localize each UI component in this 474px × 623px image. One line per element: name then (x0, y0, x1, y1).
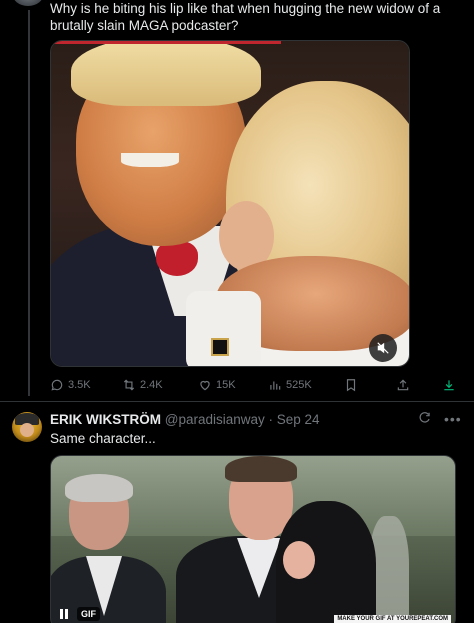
retweet-count: 2.4K (140, 379, 163, 391)
tie-shape (156, 241, 198, 276)
view-count: 525K (286, 379, 312, 391)
views-button[interactable]: 525K (268, 378, 312, 392)
bookmark-icon (346, 379, 356, 392)
gif-controls: GIF (57, 607, 100, 621)
gif-badge: GIF (77, 607, 100, 621)
left-man-hair-shape (65, 474, 133, 502)
tweet-divider (0, 401, 474, 402)
center-man-hair-shape (225, 456, 297, 482)
bookmark-button[interactable] (344, 378, 358, 392)
video-progress-bar[interactable] (51, 41, 281, 44)
avatar-face-shape (20, 423, 34, 437)
tweet-header-actions: ••• (418, 411, 462, 428)
like-count: 15K (216, 379, 236, 391)
grok-icon[interactable] (418, 411, 432, 428)
smile-shape (121, 153, 179, 167)
reply-button[interactable]: 3.5K (50, 378, 91, 392)
retweet-icon (123, 379, 135, 391)
tweet-media-gif[interactable]: GIF MAKE YOUR GIF AT YOUREPEAT.COM (50, 455, 456, 623)
mute-button[interactable] (369, 334, 397, 362)
like-button[interactable]: 15K (198, 378, 236, 392)
reply-count: 3.5K (68, 379, 91, 391)
pause-icon[interactable] (57, 607, 71, 621)
author-name[interactable]: ERIK WIKSTRÖM (50, 412, 161, 427)
thread-connector-line (28, 10, 30, 396)
reply-icon (51, 379, 63, 391)
download-button[interactable] (442, 378, 456, 392)
man-hair-shape (71, 41, 261, 106)
tweet-media-video[interactable] (50, 40, 410, 367)
avatar[interactable] (12, 0, 44, 6)
woman-face-shape (283, 541, 315, 579)
separator-dot: · (264, 412, 277, 427)
cufflink-shape (211, 338, 229, 356)
tweet-date[interactable]: Sep 24 (277, 412, 320, 427)
tweet-text: Same character... (50, 431, 156, 446)
author-handle[interactable]: @paradisianway (165, 412, 265, 427)
avatar[interactable] (12, 412, 42, 442)
mute-icon (377, 342, 389, 354)
tweet-actions-bar: 3.5K 2.4K 15K 525K (50, 375, 460, 395)
download-icon (444, 380, 454, 391)
share-icon (397, 379, 409, 391)
more-options-icon[interactable]: ••• (444, 411, 462, 428)
retweet-button[interactable]: 2.4K (122, 378, 163, 392)
share-button[interactable] (396, 378, 410, 392)
heart-icon (200, 380, 210, 391)
tweet-text: Why is he biting his lip like that when … (50, 1, 441, 33)
tweet-header: ERIK WIKSTRÖM @paradisianway · Sep 24 (50, 411, 320, 428)
gif-watermark: MAKE YOUR GIF AT YOUREPEAT.COM (334, 615, 451, 623)
views-chart-icon (270, 381, 281, 390)
